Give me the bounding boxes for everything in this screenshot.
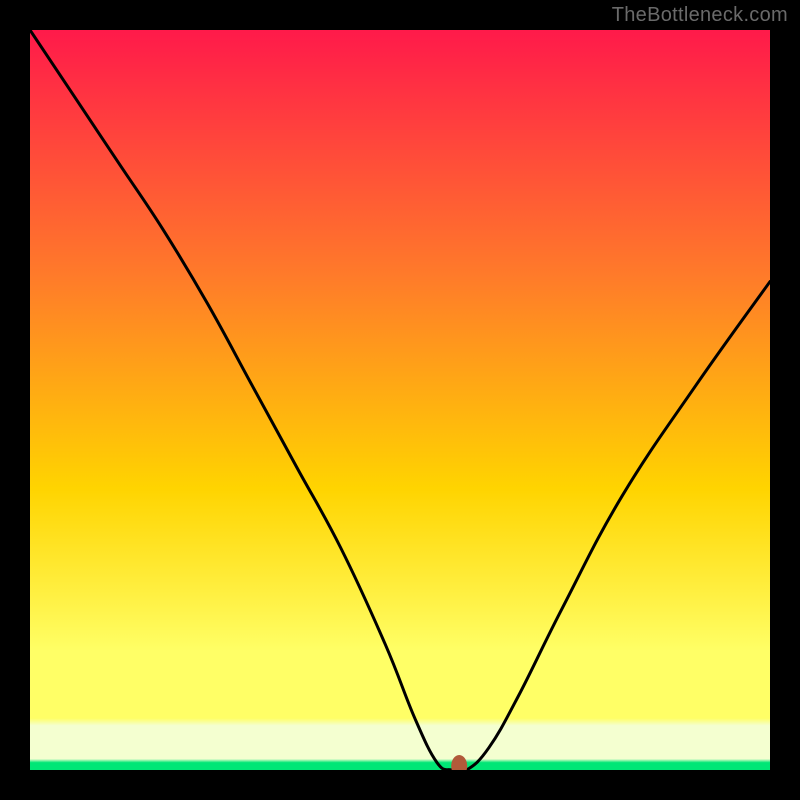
chart-svg xyxy=(30,30,770,770)
plot-area xyxy=(30,30,770,770)
watermark-text: TheBottleneck.com xyxy=(612,4,788,27)
chart-container: TheBottleneck.com xyxy=(0,0,800,800)
